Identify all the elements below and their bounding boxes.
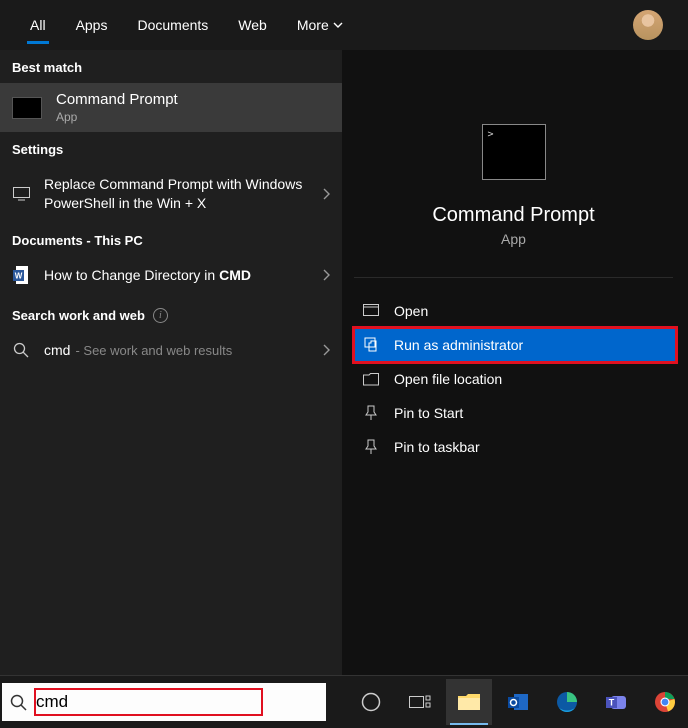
best-match-title: Command Prompt xyxy=(56,91,178,108)
tab-all[interactable]: All xyxy=(15,0,61,50)
taskbar-icons: T xyxy=(348,679,688,725)
best-match-text: Command Prompt App xyxy=(56,91,178,124)
chevron-right-icon xyxy=(323,344,330,356)
command-prompt-icon xyxy=(12,97,42,119)
doc-item-label: How to Change Directory in CMD xyxy=(44,267,309,283)
preview-panel: Command Prompt App Open Run as administr… xyxy=(342,50,688,675)
open-icon xyxy=(362,302,380,320)
search-icon xyxy=(12,341,30,359)
folder-icon xyxy=(362,370,380,388)
action-open[interactable]: Open xyxy=(354,294,676,328)
preview-sub: App xyxy=(501,231,526,247)
command-prompt-preview-icon xyxy=(482,124,546,180)
tab-more-label: More xyxy=(297,17,329,33)
chevron-right-icon xyxy=(323,188,330,200)
pin-start-icon xyxy=(362,404,380,422)
best-match-sub: App xyxy=(56,110,178,124)
search-icon xyxy=(2,694,34,711)
search-tabs-header: All Apps Documents Web More xyxy=(0,0,688,50)
taskbar-outlook[interactable] xyxy=(495,679,541,725)
word-doc-icon: W xyxy=(12,266,30,284)
taskbar-search-input[interactable] xyxy=(36,692,257,712)
preview-header: Command Prompt App xyxy=(354,68,673,278)
documents-header: Documents - This PC xyxy=(0,223,342,256)
action-pin-taskbar-label: Pin to taskbar xyxy=(394,439,480,455)
setting-replace-cmd-powershell[interactable]: Replace Command Prompt with Windows Powe… xyxy=(0,165,342,223)
setting-item-label: Replace Command Prompt with Windows Powe… xyxy=(44,175,309,213)
action-run-admin-label: Run as administrator xyxy=(394,337,523,353)
chevron-right-icon xyxy=(323,269,330,281)
best-match-command-prompt[interactable]: Command Prompt App xyxy=(0,83,342,132)
tab-more[interactable]: More xyxy=(282,0,358,50)
action-list: Open Run as administrator Open file loca… xyxy=(342,278,688,464)
action-pin-to-taskbar[interactable]: Pin to taskbar xyxy=(354,430,676,464)
search-work-web-header: Search work and web i xyxy=(0,294,342,331)
web-result-cmd[interactable]: cmd - See work and web results xyxy=(0,331,342,369)
action-open-label: Open xyxy=(394,303,428,319)
taskbar-search-box[interactable] xyxy=(2,683,326,721)
monitor-icon xyxy=(12,185,30,203)
taskbar-task-view[interactable] xyxy=(397,679,443,725)
action-open-file-location[interactable]: Open file location xyxy=(354,362,676,396)
preview-title: Command Prompt xyxy=(432,204,594,227)
web-result-text: cmd - See work and web results xyxy=(44,342,309,358)
settings-header: Settings xyxy=(0,132,342,165)
taskbar-cortana[interactable] xyxy=(348,679,394,725)
tab-web[interactable]: Web xyxy=(223,0,282,50)
taskbar-teams[interactable]: T xyxy=(593,679,639,725)
user-avatar[interactable] xyxy=(633,10,663,40)
doc-item-change-directory[interactable]: W How to Change Directory in CMD xyxy=(0,256,342,294)
tab-apps[interactable]: Apps xyxy=(61,0,123,50)
info-icon[interactable]: i xyxy=(153,308,168,323)
search-input-highlight xyxy=(34,688,263,716)
svg-text:W: W xyxy=(15,271,23,280)
chevron-down-icon xyxy=(333,22,343,28)
action-pin-start-label: Pin to Start xyxy=(394,405,463,421)
pin-taskbar-icon xyxy=(362,438,380,456)
taskbar-chrome[interactable] xyxy=(642,679,688,725)
tab-documents[interactable]: Documents xyxy=(122,0,223,50)
svg-text:T: T xyxy=(609,698,615,708)
best-match-header: Best match xyxy=(0,50,342,83)
action-run-as-administrator[interactable]: Run as administrator xyxy=(354,328,676,362)
results-left-panel: Best match Command Prompt App Settings R… xyxy=(0,50,342,675)
taskbar-edge[interactable] xyxy=(544,679,590,725)
action-pin-to-start[interactable]: Pin to Start xyxy=(354,396,676,430)
shield-icon xyxy=(362,336,380,354)
search-work-web-label: Search work and web xyxy=(12,308,145,323)
search-results-main: Best match Command Prompt App Settings R… xyxy=(0,50,688,675)
taskbar-file-explorer[interactable] xyxy=(446,679,492,725)
taskbar: T xyxy=(0,675,688,728)
action-open-loc-label: Open file location xyxy=(394,371,502,387)
